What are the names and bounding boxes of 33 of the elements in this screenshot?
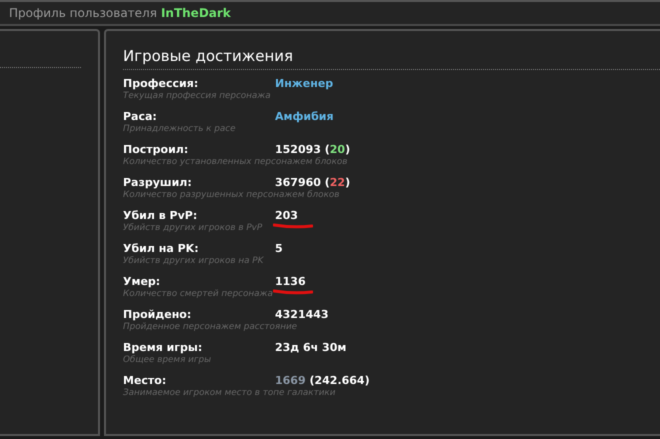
profile-title: Профиль пользователя [9, 6, 157, 20]
username: InTheDark [160, 6, 231, 20]
stat-description: Пройденное персонажем расстояние [123, 322, 298, 332]
stat-value: Амфибия [275, 110, 334, 123]
stat-value: 23д 6ч 30м [275, 341, 346, 354]
stat-value: Инженер [275, 77, 334, 90]
stat-label: Время игры: [123, 341, 204, 354]
stat-description: Количество установленных персонажем блоков [123, 157, 348, 167]
stat-label: Раса: [123, 110, 158, 123]
stat-label: Убил на PK: [123, 242, 200, 255]
stat-value: 152093 (20) [275, 143, 350, 156]
stat-description: Принадлежность к расе [123, 124, 237, 134]
stat-label: Место: [123, 374, 168, 387]
section-title: Игровые достижения [123, 47, 660, 70]
stat-description: Количество смертей персонажа [123, 289, 274, 299]
stat-description: Занимаемое игроком место в топе галактики [123, 388, 336, 398]
stat-description: Количество разрушенных персонажем блоков [123, 190, 340, 200]
stat-label: Разрушил: [123, 176, 193, 189]
stat-description: Общее время игры [123, 355, 212, 365]
stat-description: Убийств других игроков в PvP [123, 223, 264, 233]
stat-label: Убил в PvP: [123, 209, 198, 222]
stat-value: 1136 [275, 275, 306, 288]
stat-label: Построил: [123, 143, 190, 156]
stat-value: 203 [275, 209, 298, 222]
stat-value: 1669 (242.664) [275, 374, 370, 387]
stat-label: Профессия: [123, 77, 200, 90]
stat-value: 367960 (22) [275, 176, 350, 189]
stat-label: Пройдено: [123, 308, 192, 321]
stat-description: Убийств других игроков на PK [123, 256, 265, 266]
stat-value: 5 [275, 242, 283, 255]
stat-description: Текущая профессия персонажа [123, 91, 272, 101]
stat-label: Умер: [123, 275, 162, 288]
stat-value: 4321443 [275, 308, 329, 321]
